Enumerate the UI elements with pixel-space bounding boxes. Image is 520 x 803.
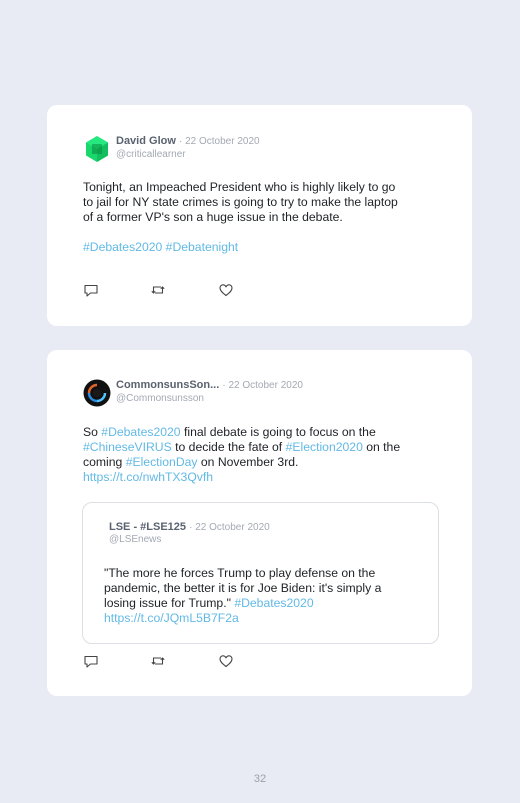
tweet-text-line: Tonight, an Impeached President who is h… <box>83 180 396 194</box>
tweet-card: David Glow · 22 October 2020 @criticalle… <box>47 105 472 326</box>
like-icon[interactable] <box>218 282 234 298</box>
tweet-card: CommonsunsSon... · 22 October 2020 @Comm… <box>47 350 472 696</box>
tweet-text-line: #ChineseVIRUS to decide the fate of #Ele… <box>83 440 433 455</box>
page-number: 32 <box>253 773 267 785</box>
quoted-tweet[interactable]: LSE - #LSE125 · 22 October 2020 @LSEnews… <box>82 502 439 644</box>
tweet-text-line: of a former VP's son a huge issue in the… <box>83 210 343 224</box>
avatar[interactable] <box>83 135 111 163</box>
tweet-actions <box>83 653 243 669</box>
quoted-author-handle[interactable]: @LSEnews <box>109 534 161 545</box>
quoted-tweet-date: · 22 October 2020 <box>189 522 270 533</box>
author-name[interactable]: David Glow <box>116 135 176 147</box>
hashtag[interactable]: #Debates2020 <box>101 425 180 439</box>
hashtag[interactable]: #ChineseVIRUS <box>83 440 172 454</box>
hashtag[interactable]: #ElectionDay <box>126 455 198 469</box>
reply-icon[interactable] <box>83 282 99 298</box>
tweet-text: So #Debates2020 final debate is going to… <box>83 425 433 485</box>
tweet-text-line: So #Debates2020 final debate is going to… <box>83 425 433 440</box>
quoted-author-name[interactable]: LSE - #LSE125 <box>109 521 186 533</box>
hashtag-list[interactable]: #Debates2020 #Debatenight <box>83 240 433 255</box>
text-segment: on November 3rd. <box>197 455 299 469</box>
tweet-text: Tonight, an Impeached President who is h… <box>83 180 433 255</box>
tweet-date: · 22 October 2020 <box>222 380 303 391</box>
retweet-icon[interactable] <box>150 282 166 298</box>
tweet-link[interactable]: https://t.co/nwhTX3Qvfh <box>83 470 433 485</box>
like-icon[interactable] <box>218 653 234 669</box>
hashtag[interactable]: #Debates2020 <box>234 596 313 610</box>
avatar[interactable] <box>83 379 111 407</box>
tweet-text-line: pandemic, the better it is for Joe Biden… <box>104 581 382 595</box>
quoted-tweet-text: "The more he forces Trump to play defens… <box>104 566 424 626</box>
tweet-text-line: coming #ElectionDay on November 3rd. <box>83 455 433 470</box>
text-segment: to decide the fate of <box>171 440 286 454</box>
text-segment: on the <box>362 440 401 454</box>
author-handle[interactable]: @Commonsunsson <box>116 393 204 404</box>
tweet-date: · 22 October 2020 <box>178 136 260 147</box>
tweet-text-line: "The more he forces Trump to play defens… <box>104 566 376 580</box>
author-name[interactable]: CommonsunsSon... <box>116 379 219 391</box>
retweet-icon[interactable] <box>150 653 166 669</box>
hashtag[interactable]: #Election2020 <box>286 440 363 454</box>
tweet-text-line: to jail for NY state crimes is going to … <box>83 195 398 209</box>
quoted-tweet-link[interactable]: https://t.co/JQmL5B7F2a <box>104 611 424 626</box>
text-segment: coming <box>83 455 126 469</box>
tweet-actions <box>83 282 243 298</box>
text-segment: final debate is going to focus on the <box>180 425 376 439</box>
tweet-text-line: losing issue for Trump." #Debates2020 <box>104 596 424 611</box>
author-handle[interactable]: @criticallearner <box>116 149 186 160</box>
reply-icon[interactable] <box>83 653 99 669</box>
text-segment: So <box>83 425 102 439</box>
text-segment: losing issue for Trump." <box>104 596 235 610</box>
